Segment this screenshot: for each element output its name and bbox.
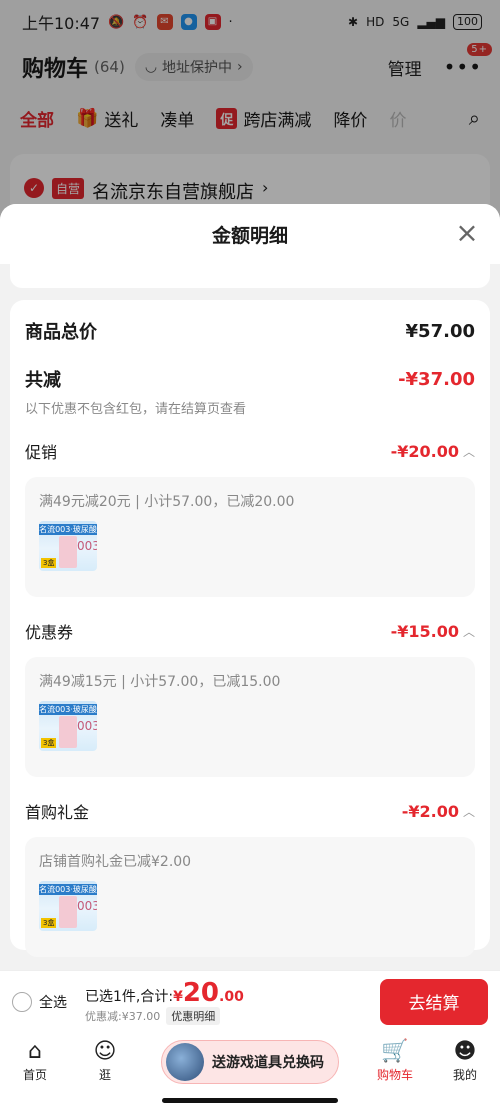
chevron-up-icon: ︿ bbox=[462, 624, 475, 639]
section-promotion[interactable]: 促销 -¥20.00 ︿ bbox=[25, 439, 475, 463]
total-row: 商品总价 ¥57.00 bbox=[25, 318, 475, 344]
thumb-number: 003 bbox=[77, 719, 97, 733]
section-detail-card: 满49减15元 | 小计57.00，已减15.00 名流003·玻尿酸 003 … bbox=[25, 657, 475, 777]
nav-mine[interactable]: ☻ 我的 bbox=[430, 1038, 500, 1083]
reduce-row: 共减 -¥37.00 bbox=[25, 366, 475, 392]
nav-browse-label: 逛 bbox=[98, 1068, 111, 1082]
thumb-title: 名流003·玻尿酸 bbox=[39, 884, 97, 895]
nav-promo: 送游戏道具兑换码 bbox=[140, 1038, 360, 1084]
section-coupon[interactable]: 优惠券 -¥15.00 ︿ bbox=[25, 619, 475, 643]
section-value-text: -¥2.00 bbox=[401, 801, 459, 821]
promo-label: 送游戏道具兑换码 bbox=[212, 1055, 324, 1071]
section-label: 首购礼金 bbox=[25, 803, 90, 822]
section-value: -¥20.00 ︿ bbox=[391, 442, 475, 461]
product-box-image bbox=[59, 896, 77, 928]
thumb-tag: 3盒 bbox=[41, 918, 57, 928]
amount-detail-sheet: 金额明细 × 商品总价 ¥57.00 共减 -¥37.00 以下优惠不包含红包，… bbox=[0, 204, 500, 970]
nav-mine-label: 我的 bbox=[452, 1068, 477, 1082]
nav-cart[interactable]: 🛒 购物车 bbox=[360, 1038, 430, 1083]
nav-home-label: 首页 bbox=[22, 1068, 47, 1082]
select-all-radio[interactable] bbox=[12, 991, 32, 1012]
cart-icon: 🛒 bbox=[381, 1039, 409, 1064]
section-detail-text: 店铺首购礼金已减¥2.00 bbox=[39, 854, 192, 870]
promo-avatar-image bbox=[166, 1043, 204, 1081]
price-integer: 20 bbox=[182, 977, 220, 1008]
section-detail-card: 满49元减20元 | 小计57.00，已减20.00 名流003·玻尿酸 003… bbox=[25, 477, 475, 597]
selected-text: 已选1件,合计: bbox=[85, 988, 174, 1005]
product-thumbnail[interactable]: 名流003·玻尿酸 003 3盒 bbox=[39, 701, 97, 751]
nav-home[interactable]: ⌂ 首页 bbox=[0, 1038, 70, 1083]
thumb-title: 名流003·玻尿酸 bbox=[39, 524, 97, 535]
nav-cart-label: 购物车 bbox=[376, 1068, 413, 1082]
thumb-tag: 3盒 bbox=[41, 738, 57, 748]
thumb-number: 003 bbox=[77, 899, 97, 913]
profile-icon: ☻ bbox=[453, 1039, 477, 1064]
section-detail-text: 满49元减20元 | 小计57.00，已减20.00 bbox=[39, 494, 295, 510]
section-value: -¥15.00 ︿ bbox=[391, 622, 475, 641]
section-label: 优惠券 bbox=[25, 623, 74, 642]
product-thumbnail[interactable]: 名流003·玻尿酸 003 3盒 bbox=[39, 881, 97, 931]
checkout-button[interactable]: 去结算 bbox=[380, 978, 488, 1025]
price-decimal: .00 bbox=[219, 988, 244, 1005]
product-thumbnail[interactable]: 名流003·玻尿酸 003 3盒 bbox=[39, 521, 97, 571]
reduce-value: -¥37.00 bbox=[398, 368, 475, 390]
section-label: 促销 bbox=[25, 443, 58, 462]
home-indicator bbox=[162, 1098, 338, 1103]
detail-card: 商品总价 ¥57.00 共减 -¥37.00 以下优惠不包含红包，请在结算页查看… bbox=[10, 300, 490, 957]
section-first-purchase[interactable]: 首购礼金 -¥2.00 ︿ bbox=[25, 799, 475, 823]
price-summary: 已选1件,合计: ¥ 20 .00 优惠减:¥37.00 优惠明细 bbox=[85, 979, 244, 1025]
thumb-title: 名流003·玻尿酸 bbox=[39, 704, 97, 715]
close-icon[interactable]: × bbox=[454, 219, 480, 247]
select-all-label[interactable]: 全选 bbox=[39, 992, 67, 1012]
thumb-tag: 3盒 bbox=[41, 558, 57, 568]
chevron-up-icon: ︿ bbox=[462, 444, 475, 459]
price-symbol: ¥ bbox=[173, 988, 183, 1005]
checkout-bar: 全选 已选1件,合计: ¥ 20 .00 优惠减:¥37.00 优惠明细 去结算 bbox=[0, 970, 500, 1032]
sheet-title: 金额明细 bbox=[211, 224, 288, 247]
game-promo-button[interactable]: 送游戏道具兑换码 bbox=[161, 1040, 339, 1084]
card-edge bbox=[10, 264, 490, 288]
chevron-up-icon: ︿ bbox=[462, 804, 475, 819]
nav-browse[interactable]: ☺ 逛 bbox=[70, 1038, 140, 1083]
thumb-number: 003 bbox=[77, 539, 97, 553]
discount-detail-button[interactable]: 优惠明细 bbox=[166, 1006, 221, 1025]
product-box-image bbox=[59, 536, 77, 568]
product-box-image bbox=[59, 716, 77, 748]
browse-icon: ☺ bbox=[93, 1039, 117, 1064]
sheet-header: 金额明细 × bbox=[0, 204, 500, 264]
total-value: ¥57.00 bbox=[405, 320, 475, 342]
discount-note: 以下优惠不包含红包，请在结算页查看 bbox=[25, 402, 247, 417]
discount-text: 优惠减:¥37.00 bbox=[85, 1009, 161, 1023]
home-icon: ⌂ bbox=[28, 1039, 42, 1064]
section-detail-text: 满49减15元 | 小计57.00，已减15.00 bbox=[39, 674, 281, 690]
section-value-text: -¥15.00 bbox=[390, 621, 459, 641]
section-detail-card: 店铺首购礼金已减¥2.00 名流003·玻尿酸 003 3盒 bbox=[25, 837, 475, 957]
section-value-text: -¥20.00 bbox=[390, 441, 459, 461]
total-label: 商品总价 bbox=[25, 322, 97, 343]
reduce-label: 共减 bbox=[25, 370, 61, 391]
section-value: -¥2.00 ︿ bbox=[402, 802, 475, 821]
